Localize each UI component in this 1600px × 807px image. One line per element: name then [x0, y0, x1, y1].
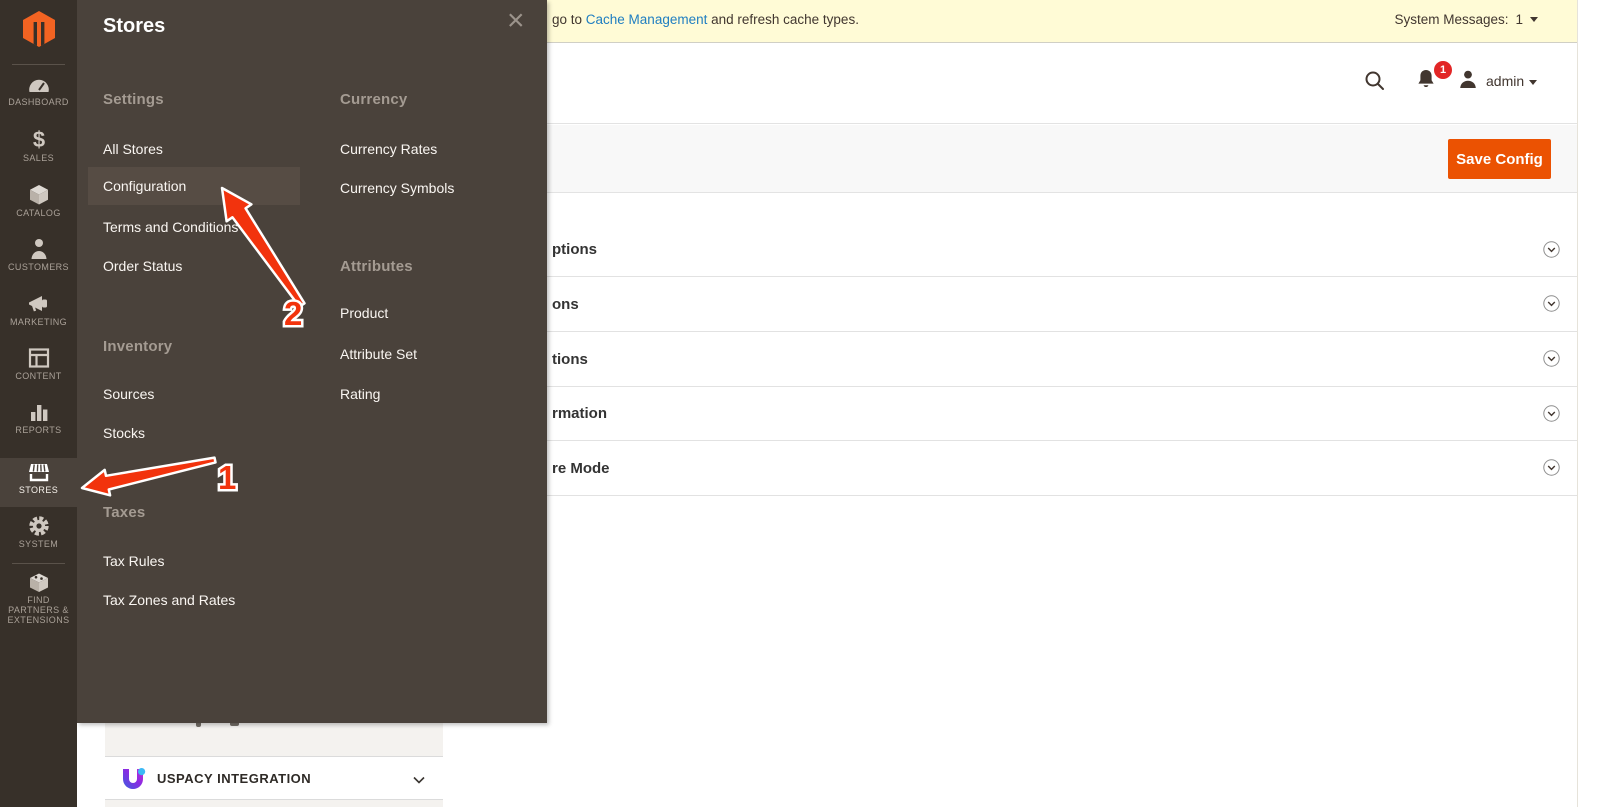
notification-count-badge[interactable]: 1: [1434, 61, 1452, 79]
section-title-fragment: re Mode: [552, 459, 610, 477]
system-messages-count: 1: [1515, 12, 1523, 27]
user-avatar-icon[interactable]: [1458, 69, 1478, 89]
cache-management-link[interactable]: Cache Management: [586, 12, 708, 27]
sidebar-item-marketing[interactable]: MARKETING: [0, 290, 77, 340]
caret-down-icon: [1529, 80, 1537, 85]
config-nav-group: [105, 800, 443, 807]
section-title-fragment: rmation: [552, 405, 608, 422]
stores-icon: [28, 464, 49, 482]
menu-group-heading: Currency: [340, 91, 408, 108]
config-nav-group: [105, 723, 443, 756]
caret-down-icon: [1530, 17, 1538, 22]
clipped-nav-text: [230, 723, 239, 726]
sidebar-divider: [12, 64, 65, 65]
system-messages-label: System Messages:: [1394, 12, 1509, 27]
sidebar-item-system[interactable]: SYSTEM: [0, 512, 77, 562]
sidebar-item-dashboard[interactable]: DASHBOARD: [0, 72, 77, 122]
system-message-text: go to Cache Management and refresh cache…: [552, 12, 859, 27]
menu-item-order-status[interactable]: Order Status: [103, 256, 182, 276]
message-prefix: go to: [552, 12, 586, 27]
menu-group-heading: Taxes: [103, 504, 146, 521]
menu-item-sources[interactable]: Sources: [103, 384, 154, 404]
menu-group-heading: Settings: [103, 91, 164, 108]
flyout-title: Stores: [103, 15, 166, 37]
sidebar-item-content[interactable]: CONTENT: [0, 344, 77, 394]
scrollbar-track[interactable]: [1577, 0, 1600, 807]
expand-chevron-icon[interactable]: [1543, 295, 1560, 312]
expand-chevron-icon[interactable]: [1543, 459, 1560, 476]
message-suffix: and refresh cache types.: [707, 12, 859, 27]
uspacy-integration-section[interactable]: USPACY INTEGRATION: [105, 756, 443, 800]
section-title-fragment: tions: [552, 350, 588, 368]
menu-item-currency-rates[interactable]: Currency Rates: [340, 139, 437, 159]
menu-group-heading: Attributes: [340, 258, 413, 275]
stores-flyout-menu: Stores × Settings All Stores Configurati…: [77, 0, 547, 723]
content-icon: [28, 348, 49, 368]
customers-icon: [31, 239, 46, 259]
expand-chevron-icon[interactable]: [1543, 240, 1560, 258]
menu-item-stocks[interactable]: Stocks: [103, 423, 145, 443]
svg-text:$: $: [32, 128, 44, 152]
admin-account-menu[interactable]: admin: [1486, 73, 1524, 89]
uspacy-logo-icon: [123, 768, 146, 789]
menu-item-terms-and-conditions[interactable]: Terms and Conditions: [103, 217, 238, 237]
sidebar-item-customers[interactable]: CUSTOMERS: [0, 235, 77, 285]
system-icon: [28, 516, 49, 536]
clipped-nav-text: [196, 723, 201, 727]
menu-item-all-stores[interactable]: All Stores: [103, 139, 163, 159]
sidebar-item-reports[interactable]: REPORTS: [0, 398, 77, 448]
menu-item-tax-rules[interactable]: Tax Rules: [103, 551, 164, 571]
dashboard-icon: [28, 79, 49, 92]
magento-logo-icon[interactable]: [23, 11, 55, 47]
menu-group-heading: Inventory: [103, 338, 173, 355]
sidebar-item-stores[interactable]: STORES: [0, 458, 77, 507]
sidebar-divider: [12, 563, 65, 564]
section-title-fragment: ptions: [552, 241, 597, 258]
catalog-icon: [29, 185, 48, 205]
sidebar-item-find-partners-extensions[interactable]: FIND PARTNERS & EXTENSIONS: [0, 570, 77, 628]
search-icon[interactable]: [1363, 69, 1387, 93]
admin-sidebar: DASHBOARD $ SALES CATALOG CUSTOMERS MARK…: [0, 0, 77, 807]
menu-item-configuration[interactable]: Configuration: [103, 176, 186, 196]
system-messages-toggle[interactable]: System Messages: 1: [1394, 12, 1538, 27]
close-icon[interactable]: ×: [507, 6, 525, 36]
menu-item-attribute-set[interactable]: Attribute Set: [340, 344, 417, 364]
sales-icon: $: [32, 128, 44, 152]
sidebar-item-sales[interactable]: $ SALES: [0, 126, 77, 176]
menu-item-rating[interactable]: Rating: [340, 384, 380, 404]
magento-admin-page: go to Cache Management and refresh cache…: [0, 0, 1600, 807]
reports-icon: [30, 405, 47, 421]
extensions-icon: [29, 573, 48, 592]
marketing-icon: [28, 296, 47, 312]
uspacy-integration-label: USPACY INTEGRATION: [157, 770, 312, 786]
menu-item-currency-symbols[interactable]: Currency Symbols: [340, 178, 454, 198]
menu-item-tax-zones-and-rates[interactable]: Tax Zones and Rates: [103, 590, 235, 610]
expand-chevron-icon[interactable]: [1543, 404, 1560, 422]
expand-chevron-icon[interactable]: [1543, 350, 1560, 367]
sidebar-item-catalog[interactable]: CATALOG: [0, 181, 77, 231]
menu-item-product[interactable]: Product: [340, 303, 388, 323]
save-config-button[interactable]: Save Config: [1448, 139, 1551, 179]
section-title-fragment: ons: [552, 295, 579, 313]
chevron-down-icon: [413, 776, 425, 784]
